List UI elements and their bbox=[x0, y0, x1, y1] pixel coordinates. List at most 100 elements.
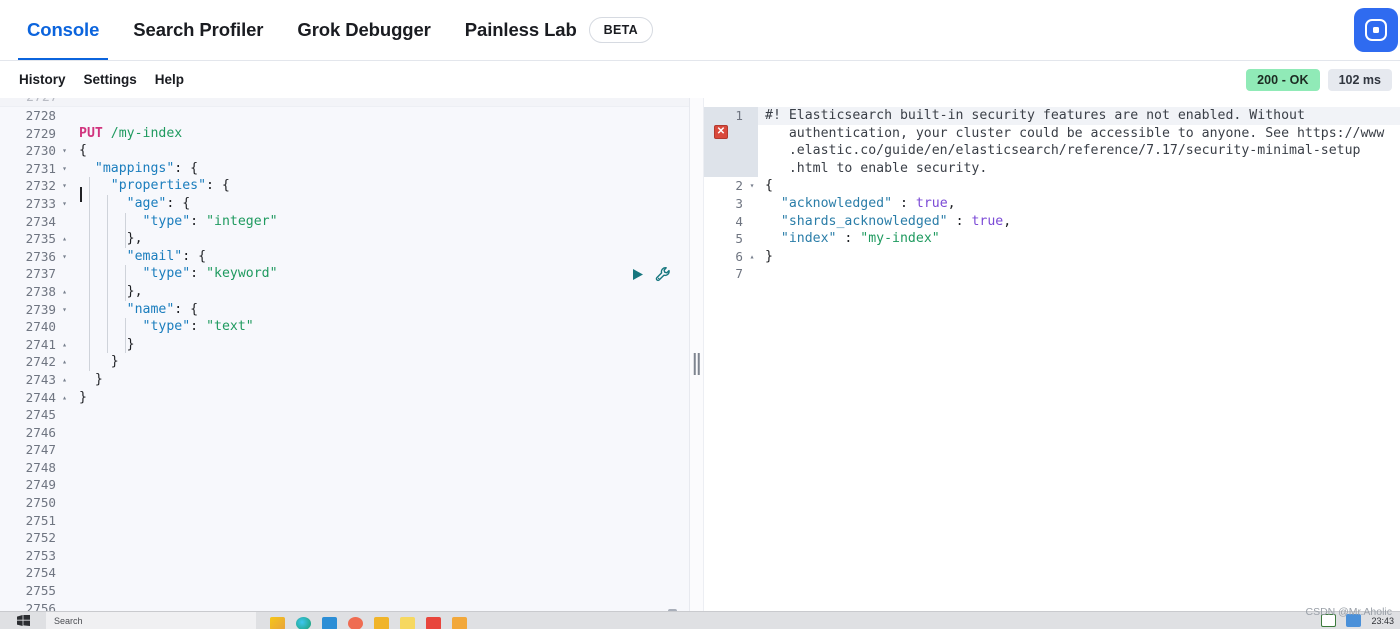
editor-action-icons bbox=[630, 266, 672, 283]
fold-toggle-icon[interactable]: ▾ bbox=[58, 248, 71, 266]
response-line: 6 ▴} bbox=[704, 248, 1400, 266]
editor-line[interactable]: 2728 bbox=[0, 107, 689, 125]
response-line: 7 bbox=[704, 265, 1400, 283]
fold-toggle-icon[interactable]: ▾ bbox=[58, 160, 71, 178]
tab-search-profiler[interactable]: Search Profiler bbox=[116, 0, 280, 60]
editor-line[interactable]: 2742 ▴ } bbox=[0, 353, 689, 371]
editor-line[interactable]: 2752 bbox=[0, 529, 689, 547]
editor-line[interactable]: 2729 PUT /my-index bbox=[0, 125, 689, 143]
fold-toggle-icon[interactable]: ▴ bbox=[58, 283, 71, 301]
response-line-number: 5 bbox=[735, 231, 743, 247]
elastic-logo-icon[interactable] bbox=[1354, 8, 1398, 52]
editor-line[interactable]: 2754 bbox=[0, 564, 689, 582]
response-line-number: 4 bbox=[735, 213, 743, 229]
fold-toggle-icon[interactable]: ▴ bbox=[58, 336, 71, 354]
office-icon[interactable] bbox=[426, 616, 441, 629]
editor-line[interactable]: 2740 "type": "text" bbox=[0, 318, 689, 336]
browser-icon[interactable] bbox=[296, 616, 311, 629]
line-number: 2749 bbox=[25, 477, 56, 493]
fold-toggle-icon[interactable]: ▴ bbox=[58, 371, 71, 389]
editor-line[interactable]: 2755 bbox=[0, 582, 689, 600]
editor-line[interactable]: 2746 bbox=[0, 424, 689, 442]
fold-toggle-icon[interactable]: ▾ bbox=[58, 195, 71, 213]
editor-line[interactable]: 2733 ▾ "age": { bbox=[0, 195, 689, 213]
text-caret bbox=[80, 187, 82, 202]
line-number: 2753 bbox=[25, 547, 56, 563]
line-number: 2733 bbox=[25, 195, 56, 211]
editor-line[interactable]: 2749 bbox=[0, 476, 689, 494]
response-line-content: .elastic.co/guide/en/elasticsearch/refer… bbox=[765, 143, 1361, 159]
editor-line[interactable]: 2745 bbox=[0, 406, 689, 424]
line-number: 2750 bbox=[25, 495, 56, 511]
fold-toggle-icon[interactable]: ▴ bbox=[58, 353, 71, 371]
line-content: }, bbox=[79, 231, 143, 247]
pane-splitter-handle[interactable] bbox=[690, 98, 704, 629]
taskbar-search-box[interactable]: Search bbox=[46, 612, 256, 629]
line-number: 2741 bbox=[25, 336, 56, 352]
fold-toggle-icon[interactable]: ▴ bbox=[58, 389, 71, 407]
response-line-content: .html to enable security. bbox=[765, 160, 988, 176]
request-editor-pane[interactable]: 2727 27282729PUT /my-index2730▾{2731▾ "m… bbox=[0, 98, 690, 629]
response-line-content: "index" : "my-index" bbox=[780, 231, 940, 247]
editor-line[interactable]: 2741 ▴ } bbox=[0, 336, 689, 354]
play-icon[interactable] bbox=[630, 267, 645, 282]
tab-console[interactable]: Console bbox=[10, 0, 116, 60]
editor-line[interactable]: 2738 ▴ }, bbox=[0, 283, 689, 301]
line-content: "type": "text" bbox=[142, 319, 254, 335]
tab-grok-debugger-label: Grok Debugger bbox=[297, 19, 431, 40]
editor-line[interactable]: 2736 ▾ "email": { bbox=[0, 248, 689, 266]
editor-line[interactable]: 2730 ▾ { bbox=[0, 142, 689, 160]
partial-line-number: 2727 bbox=[26, 98, 58, 106]
editor-line[interactable]: 2751 bbox=[0, 512, 689, 530]
line-number: 2734 bbox=[25, 213, 56, 229]
notes-icon[interactable] bbox=[400, 616, 415, 629]
explorer-icon[interactable] bbox=[322, 616, 337, 629]
line-number: 2742 bbox=[25, 354, 56, 370]
editor-line[interactable]: 2744 ▴} bbox=[0, 389, 689, 407]
line-content: PUT /my-index bbox=[79, 125, 183, 141]
tab-grok-debugger[interactable]: Grok Debugger bbox=[280, 0, 447, 60]
response-fold-icon[interactable]: ▾ bbox=[746, 177, 758, 195]
line-number: 2739 bbox=[25, 301, 56, 317]
editor-line[interactable]: 2750 bbox=[0, 494, 689, 512]
media-icon[interactable] bbox=[348, 616, 363, 629]
fold-toggle-icon[interactable]: ▾ bbox=[58, 142, 71, 160]
editor-line[interactable]: 2748 bbox=[0, 459, 689, 477]
response-line-content: authentication, your cluster could be ac… bbox=[765, 125, 1385, 141]
toolbar-item-help[interactable]: Help bbox=[146, 72, 193, 87]
editor-code-rows[interactable]: 2728 2729 PUT /my-index 2730 ▾{2731 ▾ "mappin… bbox=[0, 107, 689, 617]
editor-line[interactable]: 2731 ▾ "mappings": { bbox=[0, 160, 689, 178]
response-line: 4 "shards_acknowledged" : true, bbox=[704, 213, 1400, 231]
response-fold-icon[interactable]: ▴ bbox=[746, 248, 758, 266]
fold-toggle-icon[interactable]: ▾ bbox=[58, 177, 71, 195]
fold-toggle-icon[interactable]: ▴ bbox=[58, 230, 71, 248]
editor-line[interactable]: 2737 "type": "keyword" bbox=[0, 265, 689, 283]
editor-line[interactable]: 2734 "type": "integer" bbox=[0, 213, 689, 231]
response-line-content: #! Elasticsearch built-in security featu… bbox=[765, 108, 1305, 123]
wrench-icon[interactable] bbox=[655, 266, 672, 283]
toolbar-item-history[interactable]: History bbox=[10, 72, 75, 87]
fold-toggle-icon[interactable]: ▾ bbox=[58, 301, 71, 319]
line-number: 2735 bbox=[25, 231, 56, 247]
splitter-grip-icon bbox=[693, 352, 700, 375]
folder-icon[interactable] bbox=[374, 616, 389, 629]
editor-line[interactable]: 2753 bbox=[0, 547, 689, 565]
app-icon[interactable] bbox=[452, 616, 467, 629]
paint-icon[interactable] bbox=[270, 616, 285, 629]
tab-painless-lab-label: Painless Lab bbox=[464, 19, 577, 40]
editor-line[interactable]: 2747 bbox=[0, 441, 689, 459]
line-number: 2747 bbox=[25, 442, 56, 458]
editor-line[interactable]: 2735 ▴ }, bbox=[0, 230, 689, 248]
editor-line[interactable]: 2743 ▴ } bbox=[0, 371, 689, 389]
response-output-pane[interactable]: ✕ 1 #! Elasticsearch built-in security fe… bbox=[704, 98, 1400, 629]
start-button-icon[interactable] bbox=[0, 612, 46, 629]
console-app: Console Search Profiler Grok Debugger Pa… bbox=[0, 0, 1400, 629]
os-taskbar: Search 23:43 bbox=[0, 611, 1400, 629]
editor-line[interactable]: 2732 ▾ "properties": { bbox=[0, 177, 689, 195]
toolbar-item-settings[interactable]: Settings bbox=[75, 72, 146, 87]
tab-painless-lab[interactable]: Painless Lab bbox=[448, 0, 585, 60]
top-navigation-bar: Console Search Profiler Grok Debugger Pa… bbox=[0, 0, 1400, 61]
response-line-content: "shards_acknowledged" : true, bbox=[780, 213, 1012, 229]
error-x-icon[interactable]: ✕ bbox=[714, 125, 728, 139]
editor-line[interactable]: 2739 ▾ "name": { bbox=[0, 301, 689, 319]
